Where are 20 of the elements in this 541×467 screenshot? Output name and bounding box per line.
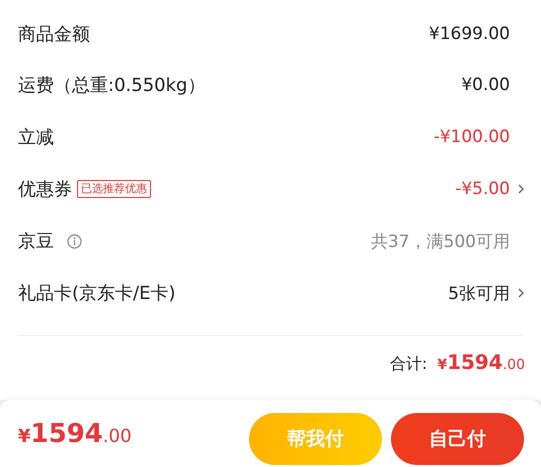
row-label: 礼品卡(京东卡/E卡) [18, 282, 176, 305]
row-label: 立减 [18, 126, 54, 149]
row-label: 商品金额 [18, 23, 90, 46]
row-value: -¥100.00 [434, 127, 510, 147]
row-value: 5张可用 [448, 282, 510, 304]
info-icon[interactable] [67, 234, 82, 248]
total-price: ¥1594.00 [437, 350, 525, 374]
row-value: 共37，满500可用 [370, 230, 510, 252]
chevron-icon[interactable] [517, 287, 525, 299]
pay-button[interactable]: 自己付 [391, 412, 524, 464]
row-value: -¥5.00 [455, 179, 510, 199]
row-label: 优惠券 [18, 178, 72, 201]
row-label: 京豆 [18, 230, 54, 253]
payable-price: ¥1594.00 [18, 418, 132, 448]
chevron-icon[interactable] [517, 183, 525, 195]
row-value: ¥1699.00 [428, 24, 510, 44]
total-label: 合计: [390, 354, 428, 375]
row-label: 运费（总重:0.550kg） [18, 74, 206, 97]
row-value: ¥0.00 [461, 75, 510, 95]
recommended-tag: 已选推荐优惠 [77, 180, 151, 198]
